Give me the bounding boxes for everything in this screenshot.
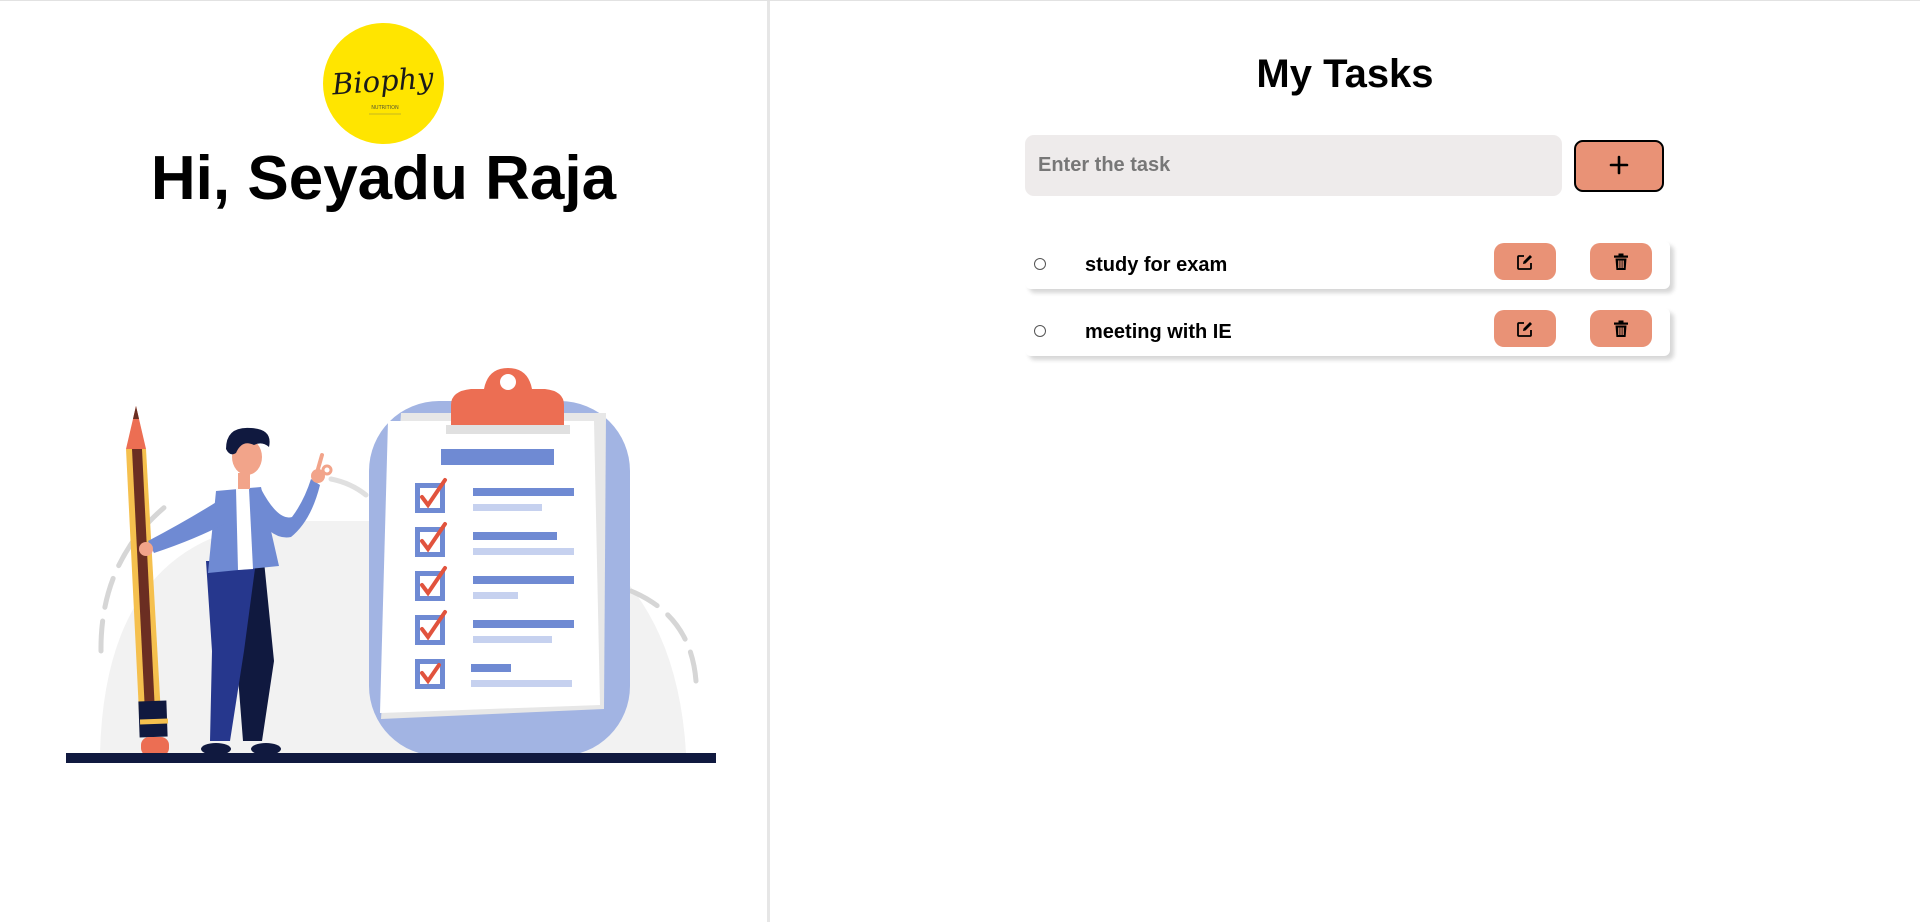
add-task-button[interactable] <box>1574 140 1664 192</box>
edit-task-button[interactable] <box>1494 243 1556 280</box>
edit-icon <box>1517 321 1532 337</box>
logo-text: Biophy <box>330 60 435 101</box>
greeting-heading: Hi, Seyadu Raja <box>150 144 617 213</box>
trash-icon <box>1614 253 1628 270</box>
brand-logo: Biophy NUTRITION <box>323 23 444 144</box>
delete-task-button[interactable] <box>1590 243 1652 280</box>
task-text: meeting with IE <box>1085 321 1232 343</box>
profile-panel: Biophy NUTRITION Hi, Seyadu Raja <box>0 1 767 922</box>
task-complete-radio[interactable] <box>1034 325 1046 337</box>
edit-task-button[interactable] <box>1494 310 1556 347</box>
task-item: study for exam <box>1025 241 1670 289</box>
brand-logo-graphic: Biophy NUTRITION <box>330 60 435 115</box>
page-title: My Tasks <box>1256 52 1434 96</box>
app-page: Biophy NUTRITION Hi, Seyadu Raja My Task… <box>0 0 1920 922</box>
task-complete-radio[interactable] <box>1034 258 1046 270</box>
edit-icon <box>1517 254 1532 270</box>
task-checklist-illustration <box>66 368 716 763</box>
trash-icon <box>1614 320 1628 337</box>
task-list: study for exam meeting with IE <box>1025 241 1670 375</box>
plus-icon <box>1609 155 1629 174</box>
task-item: meeting with IE <box>1025 308 1670 356</box>
task-text: study for exam <box>1085 254 1228 276</box>
tasks-panel: My Tasks study for exam <box>770 1 1920 922</box>
task-input[interactable] <box>1025 135 1562 196</box>
logo-subtext: NUTRITION <box>371 105 399 111</box>
delete-task-button[interactable] <box>1590 310 1652 347</box>
